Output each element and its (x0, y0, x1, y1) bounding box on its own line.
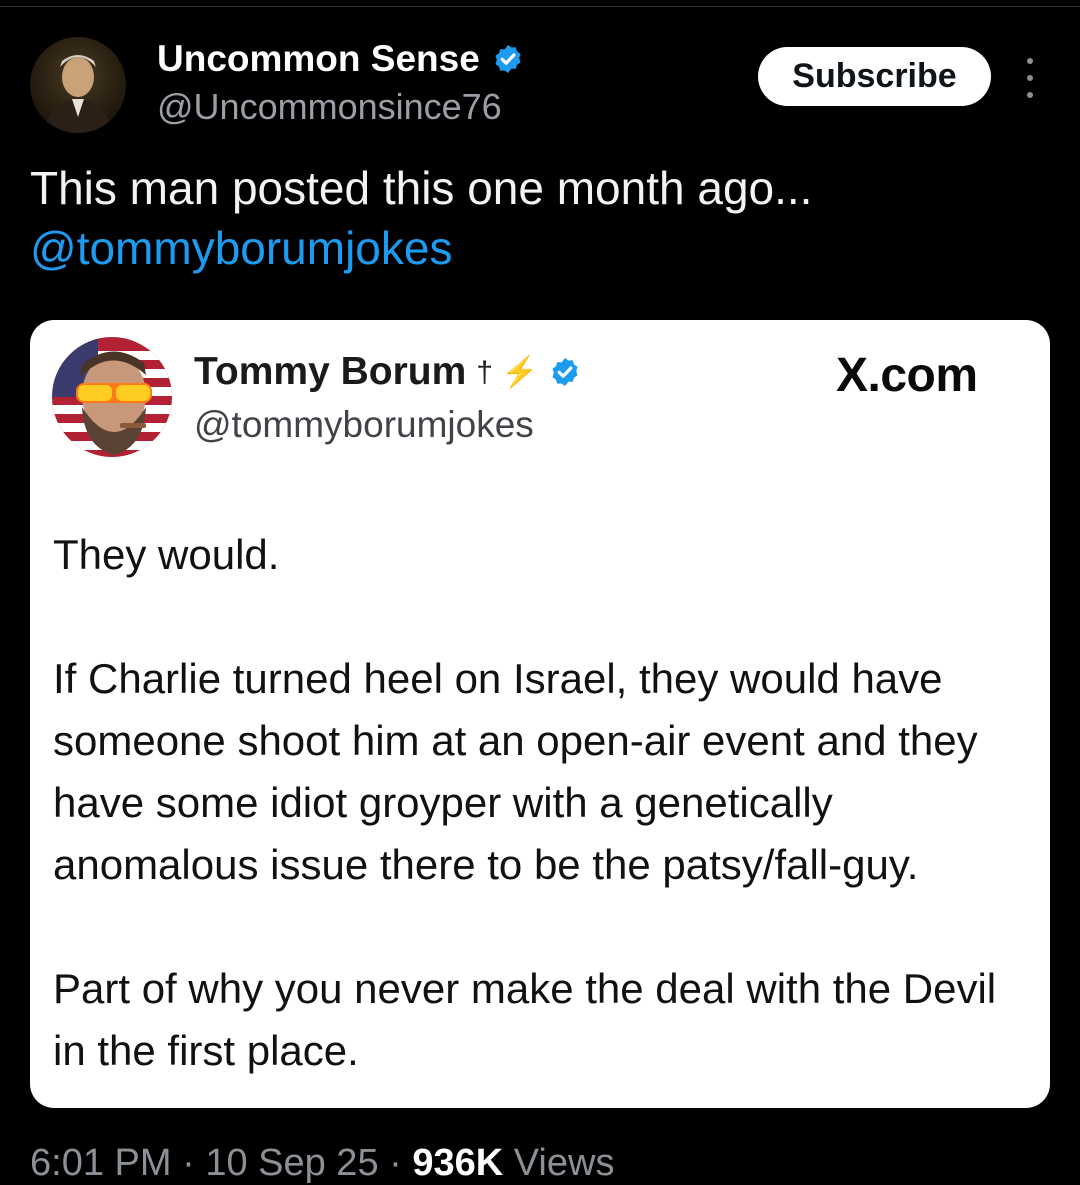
verified-badge-icon (495, 45, 521, 73)
post-meta: 6:01 PM · 10 Sep 25 · 936K Views (30, 1142, 614, 1185)
post-mention-link[interactable]: @tommyborumjokes (30, 218, 1050, 278)
views-count: 936K (412, 1142, 504, 1184)
post-body-text: This man posted this one month ago... (30, 162, 813, 214)
author-handle[interactable]: @Uncommonsince76 (157, 86, 502, 128)
top-divider (0, 6, 1080, 7)
embedded-post-text: They would. If Charlie turned heel on Is… (53, 524, 1028, 1082)
author-name-text: Uncommon Sense (157, 38, 480, 79)
meta-separator: · (378, 1142, 413, 1184)
embedded-author-handle: @tommyborumjokes (194, 404, 534, 445)
x-brand-label: X.com (836, 349, 978, 402)
embedded-paragraph: Part of why you never make the deal with… (53, 965, 997, 1074)
views-label: Views (513, 1142, 615, 1184)
meta-separator: · (171, 1142, 206, 1184)
author-avatar[interactable] (30, 37, 126, 133)
post-time[interactable]: 6:01 PM (30, 1142, 172, 1184)
post-text: This man posted this one month ago... @t… (30, 158, 1050, 278)
more-dot (1027, 58, 1033, 64)
verified-badge-icon (552, 358, 578, 386)
more-vertical-icon[interactable] (1018, 58, 1042, 98)
embedded-paragraph: If Charlie turned heel on Israel, they w… (53, 655, 978, 888)
subscribe-button[interactable]: Subscribe (758, 47, 991, 106)
post-date[interactable]: 10 Sep 25 (205, 1142, 378, 1184)
embedded-author-avatar (52, 337, 172, 457)
embedded-paragraph: They would. (53, 531, 280, 578)
more-dot (1027, 92, 1033, 98)
author-name[interactable]: Uncommon Sense (157, 38, 524, 80)
embedded-author-name-emoji: † ⚡ (476, 355, 539, 389)
more-dot (1027, 75, 1033, 81)
embedded-author-name: Tommy Borum † ⚡ (194, 350, 581, 394)
embedded-post-card[interactable]: Tommy Borum † ⚡ @tommyborumjokes X.com T… (30, 320, 1050, 1108)
embedded-author-name-text: Tommy Borum (194, 350, 467, 393)
